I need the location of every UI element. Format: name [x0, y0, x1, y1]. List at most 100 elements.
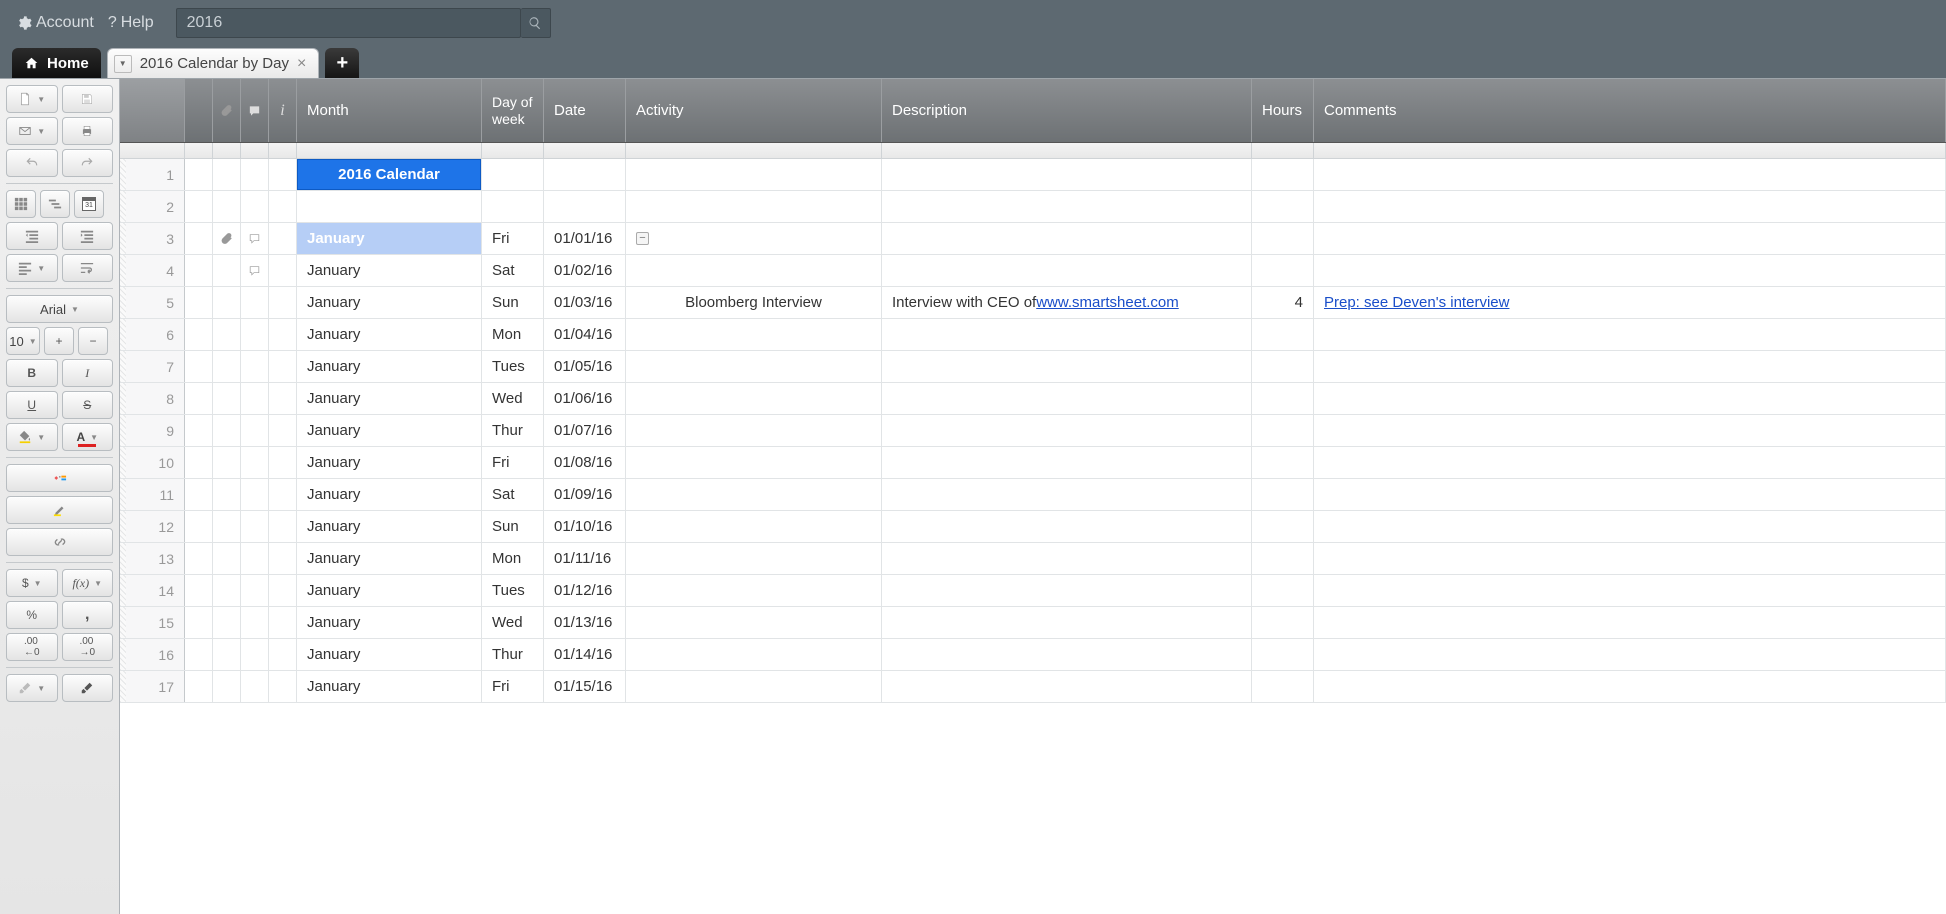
cell-hours[interactable] [1252, 415, 1314, 446]
cell-dow[interactable] [482, 159, 544, 190]
calendar-view-button[interactable] [74, 190, 104, 218]
table-row[interactable]: 16JanuaryThur01/14/16 [120, 639, 1946, 671]
cell-expand[interactable] [185, 159, 213, 190]
row-number[interactable]: 13 [120, 543, 185, 574]
cell-hours[interactable] [1252, 159, 1314, 190]
cell-month[interactable]: January [297, 543, 482, 574]
row-number[interactable]: 3 [120, 223, 185, 254]
cell-comments[interactable] [1314, 511, 1946, 542]
cell-comments[interactable] [1314, 159, 1946, 190]
cell-info[interactable] [269, 607, 297, 638]
cell-hours[interactable] [1252, 479, 1314, 510]
table-row[interactable]: 17JanuaryFri01/15/16 [120, 671, 1946, 703]
cell-discussion[interactable] [241, 639, 269, 670]
print-button[interactable] [62, 117, 114, 145]
cell-attachment[interactable] [213, 255, 241, 286]
row-number[interactable]: 11 [120, 479, 185, 510]
cell-attachment[interactable] [213, 351, 241, 382]
cell-month[interactable]: January [297, 511, 482, 542]
outdent-button[interactable] [6, 222, 58, 250]
cell-description[interactable] [882, 255, 1252, 286]
cell-date[interactable]: 01/10/16 [544, 511, 626, 542]
table-row[interactable]: 15JanuaryWed01/13/16 [120, 607, 1946, 639]
cell-hours[interactable] [1252, 607, 1314, 638]
header-expand[interactable] [185, 79, 213, 142]
cell-month[interactable] [297, 191, 482, 222]
table-row[interactable]: 6JanuaryMon01/04/16 [120, 319, 1946, 351]
cell-description[interactable] [882, 607, 1252, 638]
cell-attachment[interactable] [213, 223, 241, 254]
tab-dropdown-icon[interactable]: ▼ [114, 55, 132, 73]
cell-info[interactable] [269, 255, 297, 286]
fill-color-button[interactable]: ▼ [6, 423, 58, 451]
italic-button[interactable]: I [62, 359, 114, 387]
cell-activity[interactable] [626, 191, 882, 222]
cell-discussion[interactable] [241, 479, 269, 510]
table-row[interactable]: 10JanuaryFri01/08/16 [120, 447, 1946, 479]
tab-home[interactable]: Home [12, 48, 101, 78]
cell-month[interactable]: January [297, 447, 482, 478]
cell-activity[interactable] [626, 447, 882, 478]
cell-activity[interactable] [626, 671, 882, 702]
tab-close-icon[interactable]: × [297, 55, 306, 73]
cell-expand[interactable] [185, 191, 213, 222]
cell-info[interactable] [269, 319, 297, 350]
row-number[interactable]: 6 [120, 319, 185, 350]
cell-attachment[interactable] [213, 159, 241, 190]
cell-date[interactable]: 01/09/16 [544, 479, 626, 510]
cell-comments[interactable] [1314, 447, 1946, 478]
font-size-select[interactable]: 10▼ [6, 327, 40, 355]
header-info[interactable]: i [269, 79, 297, 142]
cell-dow[interactable]: Wed [482, 383, 544, 414]
table-row[interactable]: 3JanuaryFri01/01/16− [120, 223, 1946, 255]
table-row[interactable]: 4JanuarySat01/02/16 [120, 255, 1946, 287]
cell-discussion[interactable] [241, 351, 269, 382]
row-number[interactable]: 12 [120, 511, 185, 542]
cell-month[interactable]: January [297, 415, 482, 446]
cell-attachment[interactable] [213, 479, 241, 510]
increase-decimal-button[interactable]: .00→0 [62, 633, 114, 661]
cell-expand[interactable] [185, 255, 213, 286]
cell-date[interactable]: 01/04/16 [544, 319, 626, 350]
redo-button[interactable] [62, 149, 114, 177]
cell-activity[interactable] [626, 543, 882, 574]
cell-dow[interactable]: Sat [482, 479, 544, 510]
cell-month[interactable]: January [297, 287, 482, 318]
header-dow[interactable]: Day of week [482, 79, 544, 142]
cell-description[interactable] [882, 575, 1252, 606]
cell-hours[interactable] [1252, 255, 1314, 286]
cell-info[interactable] [269, 223, 297, 254]
cell-expand[interactable] [185, 639, 213, 670]
cell-description[interactable] [882, 511, 1252, 542]
gantt-view-button[interactable] [40, 190, 70, 218]
cell-dow[interactable]: Thur [482, 415, 544, 446]
cell-activity[interactable] [626, 255, 882, 286]
row-number[interactable]: 10 [120, 447, 185, 478]
cell-dow[interactable]: Sun [482, 287, 544, 318]
cell-month[interactable]: January [297, 351, 482, 382]
cell-expand[interactable] [185, 319, 213, 350]
decrease-decimal-button[interactable]: .00←0 [6, 633, 58, 661]
cell-month[interactable]: January [297, 223, 482, 254]
cell-info[interactable] [269, 479, 297, 510]
cell-expand[interactable] [185, 511, 213, 542]
cell-dow[interactable] [482, 191, 544, 222]
cell-description[interactable] [882, 383, 1252, 414]
cell-activity[interactable] [626, 479, 882, 510]
thousands-format-button[interactable]: , [62, 601, 114, 629]
underline-button[interactable]: U [6, 391, 58, 419]
cell-discussion[interactable] [241, 223, 269, 254]
cell-date[interactable] [544, 159, 626, 190]
table-row[interactable]: 7JanuaryTues01/05/16 [120, 351, 1946, 383]
cell-date[interactable]: 01/07/16 [544, 415, 626, 446]
cell-hours[interactable] [1252, 351, 1314, 382]
cell-activity[interactable] [626, 351, 882, 382]
bold-button[interactable]: B [6, 359, 58, 387]
search-button[interactable] [521, 8, 551, 38]
cell-month[interactable]: January [297, 383, 482, 414]
row-number[interactable]: 4 [120, 255, 185, 286]
cell-expand[interactable] [185, 383, 213, 414]
cell-description[interactable] [882, 671, 1252, 702]
cell-description[interactable] [882, 319, 1252, 350]
cell-hours[interactable] [1252, 383, 1314, 414]
